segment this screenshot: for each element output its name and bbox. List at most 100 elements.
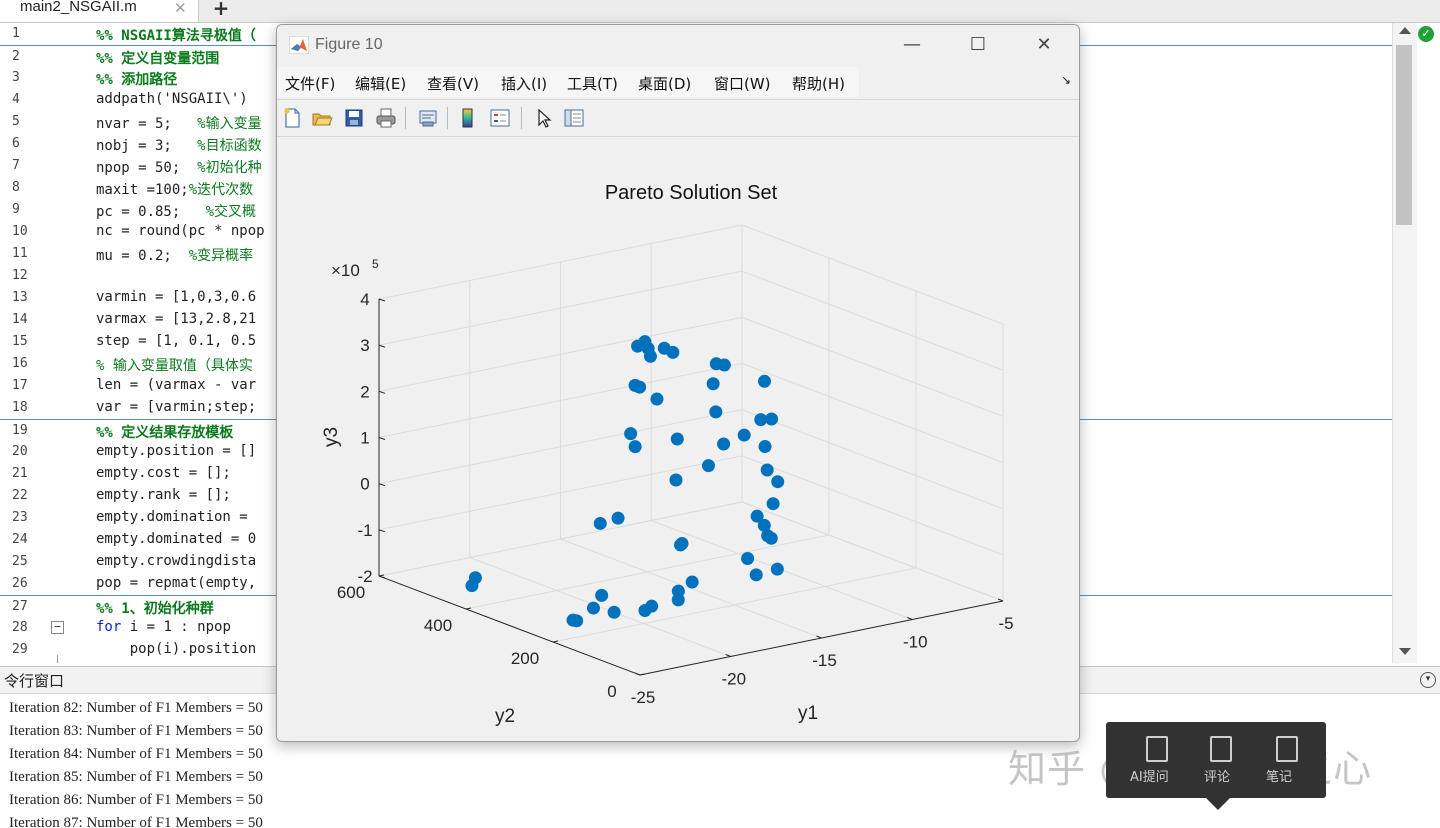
note-label[interactable]: 笔记: [1266, 766, 1292, 785]
maximize-button[interactable]: ☐: [955, 31, 1001, 61]
code-text: empty.rank = [];: [96, 487, 231, 503]
dock-figure-icon[interactable]: ↘: [1061, 73, 1071, 87]
scroll-thumb[interactable]: [1396, 45, 1412, 225]
ai-question-icon[interactable]: [1146, 736, 1168, 762]
data-point[interactable]: [717, 358, 731, 372]
data-point[interactable]: [669, 473, 683, 487]
command-output-line: Iteration 83: Number of F1 Members = 50: [9, 723, 263, 739]
line-number: 20: [12, 444, 28, 459]
code-text: addpath('NSGAII\'): [96, 91, 248, 107]
data-point[interactable]: [717, 437, 731, 451]
code-text: for i = 1 : npop: [96, 619, 231, 635]
legend-icon[interactable]: [489, 107, 511, 129]
data-point[interactable]: [465, 579, 479, 593]
data-point[interactable]: [595, 588, 609, 602]
line-number: 7: [12, 158, 20, 173]
grid-line: [741, 409, 1004, 510]
data-point[interactable]: [770, 562, 784, 576]
data-point[interactable]: [766, 497, 780, 511]
code-part: mu = 0.2;: [96, 248, 189, 264]
scroll-up-arrow-icon[interactable]: [1399, 27, 1411, 34]
data-point[interactable]: [765, 412, 779, 426]
data-point[interactable]: [671, 593, 685, 607]
z-tick: [378, 390, 386, 394]
property-inspector-icon[interactable]: [563, 107, 585, 129]
data-point[interactable]: [593, 516, 607, 530]
command-window-menu-icon[interactable]: ▾: [1420, 672, 1436, 688]
colorbar-icon[interactable]: [457, 107, 479, 129]
code-analyzer-ok-icon[interactable]: ✓: [1418, 26, 1434, 42]
comment-label[interactable]: 评论: [1204, 766, 1230, 785]
menu-insert[interactable]: 插入(I): [501, 73, 547, 94]
close-button[interactable]: ✕: [1021, 31, 1067, 61]
z-exponent-power: 5: [372, 257, 379, 271]
comment-icon[interactable]: [1210, 736, 1232, 762]
data-point[interactable]: [666, 345, 680, 359]
data-point[interactable]: [628, 378, 642, 392]
x-tick-label: -15: [812, 651, 837, 670]
data-point[interactable]: [566, 613, 580, 627]
select-pointer-icon[interactable]: [533, 107, 555, 129]
data-point[interactable]: [741, 551, 755, 565]
menu-window[interactable]: 窗口(W): [714, 73, 771, 94]
figure-title: Figure 10: [315, 36, 383, 53]
menu-desktop[interactable]: 桌面(D): [638, 73, 691, 94]
minimize-button[interactable]: —: [889, 31, 935, 61]
data-point[interactable]: [758, 374, 771, 388]
menu-view[interactable]: 查看(V): [427, 73, 479, 94]
data-point[interactable]: [624, 427, 638, 441]
menu-help[interactable]: 帮助(H): [792, 73, 845, 94]
open-file-icon[interactable]: [311, 107, 333, 129]
print-icon[interactable]: [375, 107, 397, 129]
scroll-down-arrow-icon[interactable]: [1399, 648, 1411, 655]
line-number: 27: [12, 599, 28, 614]
new-tab-button[interactable]: +: [202, 0, 240, 22]
data-point[interactable]: [706, 377, 720, 391]
x-tick: [816, 635, 822, 639]
tab-main2-nsgaii[interactable]: main2_NSGAII.m ✕: [0, 0, 199, 22]
data-point[interactable]: [685, 575, 699, 589]
data-point[interactable]: [737, 428, 751, 442]
data-point[interactable]: [749, 568, 763, 582]
data-point[interactable]: [674, 538, 688, 552]
figure-canvas[interactable]: -25 -20 -15 -10 -5 0 200 400 600 -2 -1 0 1 2 3 4 ×10 5 y1 y…: [277, 137, 1079, 741]
z-tick-label: 3: [360, 336, 369, 355]
code-part: maxit =100;: [96, 182, 189, 198]
fold-toggle-icon[interactable]: −: [51, 621, 64, 634]
data-point[interactable]: [761, 529, 775, 543]
data-point[interactable]: [771, 475, 785, 489]
data-point[interactable]: [709, 405, 723, 419]
code-text: npop = 50; %初始化种: [96, 157, 262, 177]
ai-question-label[interactable]: AI提问: [1130, 766, 1169, 785]
data-point[interactable]: [631, 339, 645, 353]
figure-titlebar[interactable]: Figure 10 — ☐ ✕: [277, 25, 1079, 65]
toolbar-separator: [447, 107, 448, 129]
data-point[interactable]: [650, 392, 664, 406]
new-figure-icon[interactable]: [281, 107, 303, 129]
data-point[interactable]: [760, 463, 774, 477]
tab-close-icon[interactable]: ✕: [174, 0, 187, 17]
data-point[interactable]: [611, 511, 625, 525]
editor-scrollbar[interactable]: [1392, 23, 1417, 663]
note-icon[interactable]: [1276, 736, 1298, 762]
link-plot-icon[interactable]: [417, 107, 439, 129]
pareto-3d-scatter-plot[interactable]: -25-20-15-10-50200400600-2-101234×10 5y1y…: [277, 137, 1079, 741]
x-axis-label: y1: [798, 703, 818, 724]
menu-file[interactable]: 文件(F): [285, 73, 335, 94]
data-point[interactable]: [701, 459, 715, 473]
data-point[interactable]: [586, 601, 600, 615]
z-tick-label: 0: [360, 475, 369, 494]
data-point[interactable]: [638, 603, 652, 617]
data-point[interactable]: [607, 605, 621, 619]
figure-window[interactable]: Figure 10 — ☐ ✕ 文件(F) 编辑(E) 查看(V) 插入(I) …: [276, 24, 1080, 742]
menu-tools[interactable]: 工具(T): [567, 73, 618, 94]
data-point[interactable]: [628, 440, 642, 454]
code-text: nvar = 5; %输入变量: [96, 113, 262, 133]
data-point[interactable]: [643, 349, 657, 363]
grid-line: [552, 567, 917, 643]
z-tick-label: 4: [360, 290, 369, 309]
save-icon[interactable]: [343, 107, 365, 129]
data-point[interactable]: [758, 440, 772, 454]
menu-edit[interactable]: 编辑(E): [355, 73, 406, 94]
data-point[interactable]: [670, 432, 684, 446]
